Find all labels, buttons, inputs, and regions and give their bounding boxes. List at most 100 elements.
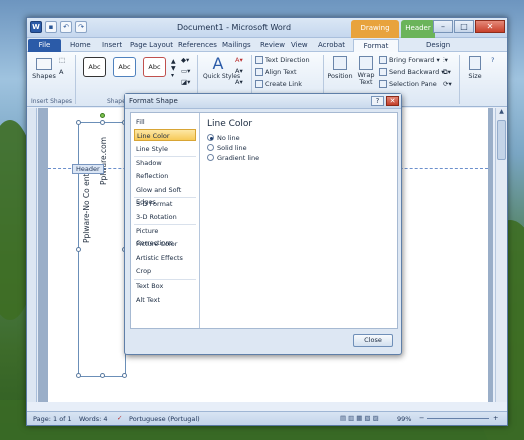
edit-shape-icon[interactable]: ⬚ — [59, 56, 65, 64]
shape-effects-icon[interactable]: ◪▾ — [181, 78, 190, 86]
dialog-help-icon[interactable]: ? — [371, 96, 384, 106]
send-backward-button[interactable]: Send Backward ▾ — [379, 68, 445, 76]
nav-3d-format[interactable]: 3-D Format — [134, 198, 196, 210]
proofing-icon[interactable]: ✓ — [117, 414, 122, 422]
nav-line-style[interactable]: Line Style — [134, 143, 196, 155]
maximize-icon[interactable]: □ — [454, 20, 474, 33]
nav-picture-color[interactable]: Picture Color — [134, 238, 196, 250]
close-window-icon[interactable]: ✕ — [475, 20, 505, 33]
selection-pane-label: Selection Pane — [389, 80, 437, 88]
help-icon[interactable]: ? — [491, 56, 494, 64]
redo-icon[interactable]: ↷ — [75, 21, 87, 33]
shape-fill-icon[interactable]: ◆▾ — [181, 56, 189, 64]
shape-style-3[interactable]: Abc — [143, 57, 166, 77]
view-buttons[interactable]: ▤▥▦▧▨ — [340, 414, 381, 422]
tab-file[interactable]: File — [28, 39, 61, 52]
nav-artistic-effects[interactable]: Artistic Effects — [134, 252, 196, 264]
zoom-slider[interactable] — [427, 418, 489, 419]
scroll-thumb[interactable] — [497, 120, 506, 160]
language-indicator[interactable]: Portuguese (Portugal) — [129, 415, 200, 423]
title-bar: W ▪ ↶ ↷ Document1 - Microsoft Word Drawi… — [27, 18, 507, 48]
nav-line-color[interactable]: Line Color — [134, 129, 196, 141]
selection-pane-button[interactable]: Selection Pane — [379, 80, 437, 88]
tab-acrobat[interactable]: Acrobat — [315, 39, 348, 52]
tab-design[interactable]: Design — [423, 39, 453, 52]
shape-style-2[interactable]: Abc — [113, 57, 136, 77]
text-fill-icon[interactable]: A▾ — [235, 56, 243, 64]
undo-icon[interactable]: ↶ — [60, 21, 72, 33]
drawing-tools-context-label: Drawing Tools — [351, 20, 399, 48]
styles-scroll-icon[interactable]: ▲ ▼ ▾ — [171, 58, 176, 79]
nav-shadow[interactable]: Shadow — [134, 157, 196, 169]
dialog-close-icon[interactable]: ✕ — [386, 96, 399, 106]
resize-handle[interactable] — [100, 373, 105, 378]
tab-mailings[interactable]: Mailings — [219, 39, 254, 52]
vertical-text-1: Pplware-No Co ents — [82, 169, 91, 243]
shape-style-1[interactable]: Abc — [83, 57, 106, 77]
header-tools-context-label: Header ... — [401, 20, 435, 48]
nav-fill[interactable]: Fill — [134, 116, 196, 128]
wrap-text-button[interactable]: Wrap Text — [355, 56, 377, 86]
tab-format[interactable]: Format — [353, 39, 399, 52]
group-icon[interactable]: ⧉▾ — [443, 68, 451, 77]
quick-styles-button[interactable]: A Quick Styles — [203, 56, 240, 81]
shapes-label: Shapes — [32, 72, 56, 80]
align-text-icon — [255, 68, 263, 76]
close-button[interactable]: Close — [353, 334, 393, 347]
radio-no-line[interactable]: No line — [207, 134, 240, 142]
ribbon-tabs: File Home Insert Page Layout References … — [27, 38, 507, 52]
position-label: Position — [327, 72, 353, 80]
vertical-text-box[interactable]: Pplware-No Co ents Pplware.com — [76, 113, 127, 378]
text-outline-icon[interactable]: A▾ — [235, 67, 243, 75]
zoom-out-icon[interactable]: − — [419, 414, 424, 422]
tab-page-layout[interactable]: Page Layout — [127, 39, 176, 52]
resize-handle[interactable] — [76, 120, 81, 125]
resize-handle[interactable] — [76, 373, 81, 378]
bring-forward-button[interactable]: Bring Forward ▾ — [379, 56, 440, 64]
create-link-icon — [255, 80, 263, 88]
size-button[interactable]: Size — [465, 56, 485, 80]
shapes-button[interactable]: Shapes — [31, 58, 57, 86]
shape-outline-icon[interactable]: ▭▾ — [181, 67, 190, 75]
nav-reflection[interactable]: Reflection — [134, 170, 196, 182]
word-logo-icon[interactable]: W — [30, 21, 42, 33]
text-box-icon[interactable]: A — [59, 68, 63, 76]
tab-home[interactable]: Home — [67, 39, 94, 52]
word-count[interactable]: Words: 4 — [79, 415, 108, 423]
create-link-button[interactable]: Create Link — [255, 80, 302, 88]
radio-solid-line[interactable]: Solid line — [207, 144, 247, 152]
nav-alt-text[interactable]: Alt Text — [134, 294, 196, 306]
text-direction-button[interactable]: Text Direction — [255, 56, 310, 64]
resize-handle[interactable] — [122, 373, 127, 378]
text-direction-label: Text Direction — [265, 56, 310, 64]
nav-3d-rotation[interactable]: 3-D Rotation — [134, 211, 196, 223]
zoom-level[interactable]: 99% — [397, 415, 411, 423]
position-button[interactable]: Position — [327, 56, 353, 80]
shapes-icon — [36, 58, 52, 70]
align-text-button[interactable]: Align Text — [255, 68, 297, 76]
dialog-body: Fill Line Color Line Style Shadow Reflec… — [130, 112, 398, 329]
minimize-icon[interactable]: – — [433, 20, 453, 33]
page-count[interactable]: Page: 1 of 1 — [33, 415, 72, 423]
nav-text-box[interactable]: Text Box — [134, 280, 196, 292]
tab-review[interactable]: Review — [257, 39, 288, 52]
resize-handle[interactable] — [76, 247, 81, 252]
nav-glow[interactable]: Glow and Soft Edges — [134, 184, 196, 206]
scroll-up-icon[interactable]: ▲ — [496, 108, 507, 118]
radio-gradient-line-label: Gradient line — [217, 154, 260, 162]
radio-solid-line-label: Solid line — [217, 144, 247, 152]
send-backward-icon — [379, 68, 387, 76]
tab-insert[interactable]: Insert — [99, 39, 125, 52]
vertical-scrollbar[interactable]: ▲ — [495, 108, 507, 402]
vertical-ruler — [27, 108, 37, 402]
tab-view[interactable]: View — [288, 39, 311, 52]
nav-picture-corrections[interactable]: Picture Corrections — [134, 225, 196, 247]
rotate-icon[interactable]: ⟳▾ — [443, 80, 452, 88]
nav-crop[interactable]: Crop — [134, 265, 196, 277]
zoom-in-icon[interactable]: + — [493, 414, 498, 422]
radio-gradient-line[interactable]: Gradient line — [207, 154, 259, 162]
align-icon[interactable]: ⫶▾ — [443, 56, 448, 65]
text-effects-icon[interactable]: A▾ — [235, 78, 243, 86]
tab-references[interactable]: References — [175, 39, 220, 52]
save-icon[interactable]: ▪ — [45, 21, 57, 33]
